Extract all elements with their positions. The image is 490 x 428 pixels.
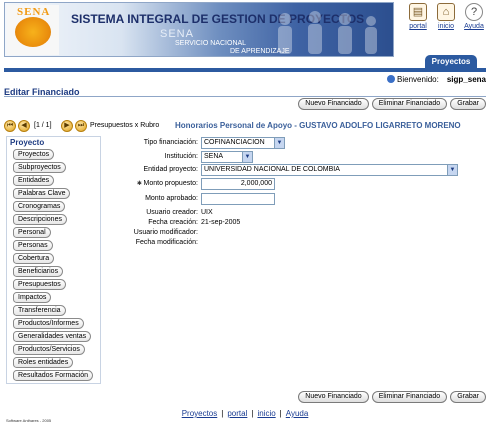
tipo-financiacion-label: Tipo financiación:: [143, 139, 198, 146]
first-record-icon[interactable]: ⏮: [4, 120, 16, 132]
usuario-creador-value: UIX: [201, 209, 213, 216]
banner-org: SENA: [160, 28, 194, 40]
header-banner: SENA SISTEMA INTEGRAL DE GESTION DE PROY…: [4, 2, 394, 57]
footer-link-ayuda[interactable]: Ayuda: [286, 409, 309, 418]
top-links: ▤ portal ⌂ inicio ? Ayuda: [406, 3, 488, 39]
footer-link-inicio[interactable]: inicio: [257, 409, 275, 418]
institucion-value: SENA: [204, 153, 224, 160]
sidebar-item-presupuestos[interactable]: Presupuestos: [13, 279, 66, 290]
sidebar-item-roles-entidades[interactable]: Roles entidades: [13, 357, 74, 368]
save-button[interactable]: Grabar: [450, 98, 486, 110]
last-record-icon[interactable]: ⏭: [75, 120, 87, 132]
banner-org-line1: SERVICIO NACIONAL: [175, 40, 247, 47]
footer-link-proyectos[interactable]: Proyectos: [182, 409, 218, 418]
sidebar-item-productos-informes[interactable]: Productos/Informes: [13, 318, 84, 329]
sidebar-item-resultados-formaci-n[interactable]: Resultados Formación: [13, 370, 94, 381]
row-monto-propuesto: Monto propuesto: 2,000,000: [104, 178, 486, 191]
sena-logo: SENA: [7, 5, 59, 55]
sidebar-item-cobertura[interactable]: Cobertura: [13, 253, 55, 264]
new-financiado-button-bottom[interactable]: Nuevo Financiado: [298, 391, 369, 403]
tab-proyectos[interactable]: Proyectos: [425, 55, 477, 69]
record-context: Presupuestos x Rubro: [90, 122, 160, 129]
new-financiado-button[interactable]: Nuevo Financiado: [298, 98, 369, 110]
record-position: [1 / 1]: [34, 122, 52, 129]
next-record-icon[interactable]: ▶: [61, 120, 73, 132]
chevron-down-icon: ▼: [274, 138, 284, 148]
sidebar-item-transferencia[interactable]: Transferencia: [13, 305, 66, 316]
sidebar-item-productos-servicios[interactable]: Productos/Servicios: [13, 344, 85, 355]
row-entidad-proyecto: Entidad proyecto: UNIVERSIDAD NACIONAL D…: [104, 164, 486, 177]
username: sigp_sena: [446, 75, 486, 84]
fecha-creacion-label: Fecha creación:: [148, 219, 198, 226]
top-link-portal-label[interactable]: portal: [406, 23, 430, 30]
banner-people-graphic: [278, 11, 377, 54]
monto-aprobado-label: Monto aprobado:: [145, 195, 198, 202]
top-link-portal[interactable]: ▤ portal: [406, 3, 430, 30]
sidebar-item-personas[interactable]: Personas: [13, 240, 53, 251]
home-book-icon: ⌂: [437, 3, 455, 21]
tipo-financiacion-select[interactable]: COFINANCIACION ▼: [201, 137, 285, 149]
sidebar-item-beneficiarios[interactable]: Beneficiarios: [13, 266, 64, 277]
portal-book-icon: ▤: [409, 3, 427, 21]
institucion-label: Institución:: [164, 153, 198, 160]
row-tipo-financiacion: Tipo financiación: COFINANCIACION ▼: [104, 137, 486, 150]
sidebar-item-proyectos[interactable]: Proyectos: [13, 149, 55, 160]
save-button-bottom[interactable]: Grabar: [450, 391, 486, 403]
sena-logo-text: SENA: [17, 6, 51, 18]
footer-links: Proyectos | portal | inicio | Ayuda: [181, 409, 309, 418]
row-monto-aprobado: Monto aprobado:: [104, 193, 486, 206]
sidebar: Proyecto Proyectos Subproyectos Entidades P…: [6, 136, 101, 384]
sena-logo-emblem: [15, 17, 51, 47]
top-link-ayuda[interactable]: ? Ayuda: [462, 3, 486, 30]
top-link-inicio-label[interactable]: inicio: [434, 23, 458, 30]
record-heading: Honorarios Personal de Apoyo - GUSTAVO A…: [175, 121, 461, 130]
sidebar-item-cronogramas[interactable]: Cronogramas: [13, 201, 66, 212]
top-link-inicio[interactable]: ⌂ inicio: [434, 3, 458, 30]
row-institucion: Institución: SENA ▼: [104, 151, 486, 164]
delete-financiado-button[interactable]: Eliminar Financiado: [371, 98, 448, 110]
sidebar-item-entidades[interactable]: Entidades: [13, 175, 55, 186]
copyright: Software Anthares - 2005: [6, 418, 52, 423]
welcome-label: Bienvenido:: [397, 75, 439, 84]
previous-record-icon[interactable]: ◀: [18, 120, 30, 132]
record-navigation: ⏮ ◀ [1 / 1] ▶ ⏭ Presupuestos x Rubro Hon…: [4, 120, 486, 133]
toolbar-bottom: Nuevo Financiado Eliminar Financiado Graba…: [295, 391, 486, 404]
fecha-modificacion-label: Fecha modificación:: [135, 239, 198, 246]
usuario-creador-label: Usuario creador:: [146, 209, 198, 216]
chevron-down-icon: ▼: [447, 165, 457, 175]
delete-financiado-button-bottom[interactable]: Eliminar Financiado: [371, 391, 448, 403]
entidad-proyecto-label: Entidad proyecto:: [143, 166, 198, 173]
tab-underline: [4, 68, 486, 72]
sidebar-item-descripciones[interactable]: Descripciones: [13, 214, 67, 225]
sidebar-item-generalidades-ventas[interactable]: Generalidades ventas: [13, 331, 92, 342]
toolbar-top: Nuevo Financiado Eliminar Financiado Graba…: [295, 98, 486, 111]
chevron-down-icon: ▼: [242, 152, 252, 162]
monto-aprobado-input[interactable]: [201, 193, 275, 205]
entidad-proyecto-select[interactable]: UNIVERSIDAD NACIONAL DE COLOMBIA ▼: [201, 164, 458, 176]
title-divider: [4, 96, 486, 97]
monto-propuesto-label: Monto propuesto:: [137, 180, 198, 187]
fecha-creacion-value: 21-sep-2005: [201, 219, 241, 226]
welcome-area: Bienvenido: sigp_sena: [387, 75, 486, 84]
help-icon: ?: [465, 3, 483, 21]
entidad-proyecto-value: UNIVERSIDAD NACIONAL DE COLOMBIA: [204, 166, 340, 173]
institucion-select[interactable]: SENA ▼: [201, 151, 253, 163]
sidebar-heading: Proyecto: [10, 138, 45, 147]
footer-link-portal[interactable]: portal: [227, 409, 247, 418]
user-icon: [387, 75, 396, 83]
sidebar-item-impactos[interactable]: Impactos: [13, 292, 52, 303]
usuario-modificador-label: Usuario modificador:: [133, 229, 198, 236]
sidebar-item-personal[interactable]: Personal: [13, 227, 51, 238]
top-link-ayuda-label[interactable]: Ayuda: [462, 23, 486, 30]
sidebar-item-subproyectos[interactable]: Subproyectos: [13, 162, 66, 173]
monto-propuesto-input[interactable]: 2,000,000: [201, 178, 275, 190]
tipo-financiacion-value: COFINANCIACION: [204, 139, 265, 146]
row-fecha-modificacion: Fecha modificación:: [104, 237, 486, 250]
sidebar-item-palabras-clave[interactable]: Palabras Clave: [13, 188, 71, 199]
